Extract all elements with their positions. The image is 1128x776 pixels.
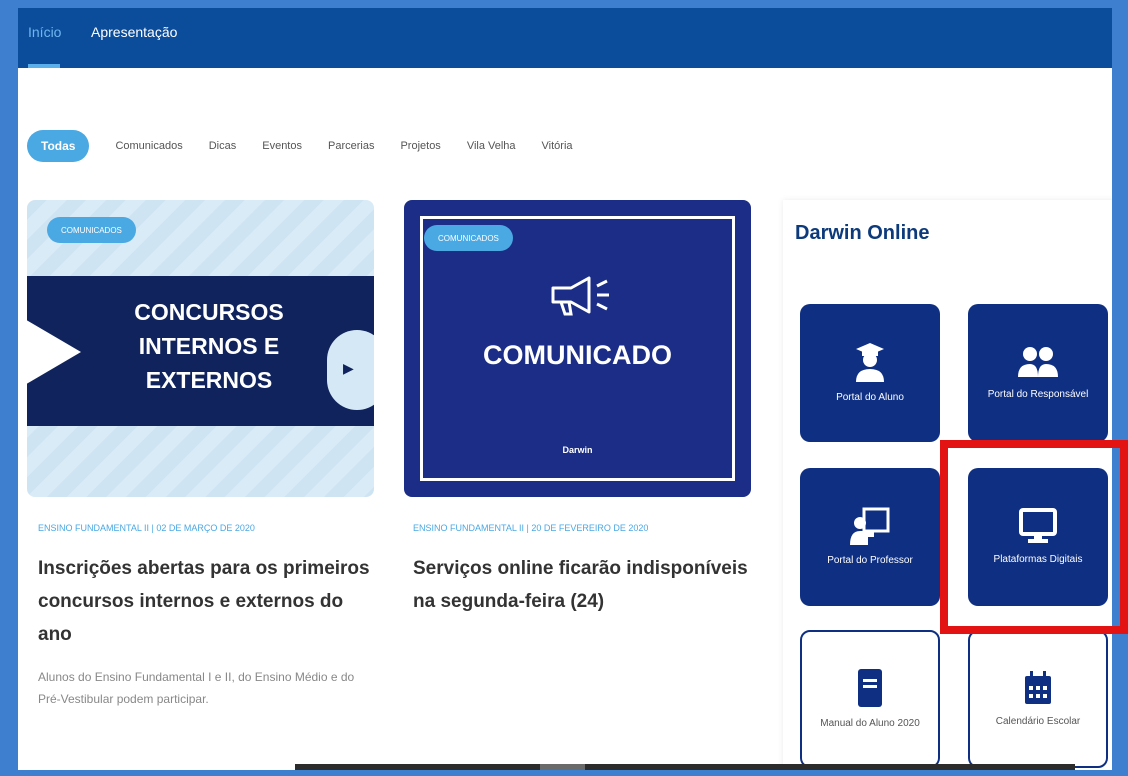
post-excerpt: Alunos do Ensino Fundamental I e II, do … — [38, 670, 355, 706]
post-image-comunicado[interactable]: COMUNICADOS COMUNICADO Darwin — [404, 200, 751, 497]
tile-label: Portal do Responsável — [987, 388, 1089, 400]
tile-portal-aluno[interactable]: Portal do Aluno — [800, 304, 940, 442]
tile-portal-professor[interactable]: Portal do Professor — [800, 468, 940, 606]
post-image-concursos[interactable]: CONCURSOS INTERNOS E EXTERNOS ▶ COMUNICA… — [27, 200, 374, 497]
graduate-icon — [856, 342, 884, 382]
filter-vitoria[interactable]: Vitória — [542, 140, 573, 152]
tile-label: Manual do Aluno 2020 — [820, 717, 920, 729]
nav-tab-apresentacao[interactable]: Apresentação — [91, 24, 177, 40]
image-headline: COMUNICADO — [483, 340, 672, 370]
post-title[interactable]: Inscrições abertas para os primeiros con… — [38, 552, 378, 651]
filter-dicas[interactable]: Dicas — [209, 140, 237, 152]
tile-label: Portal do Professor — [827, 554, 913, 566]
tile-calendario-escolar[interactable]: Calendário Escolar — [968, 630, 1108, 768]
image-headline: CONCURSOS INTERNOS E EXTERNOS — [134, 299, 284, 393]
top-navigation: Início Apresentação — [18, 8, 1112, 68]
tile-portal-responsavel[interactable]: Portal do Responsável — [968, 304, 1108, 442]
filter-vila-velha[interactable]: Vila Velha — [467, 140, 516, 152]
filter-todas[interactable]: Todas — [27, 130, 90, 162]
category-badge[interactable]: COMUNICADOS — [424, 225, 513, 251]
browser-viewport: Início Apresentação Todas Comunicados Di… — [18, 8, 1112, 770]
arrow-shape — [27, 318, 81, 386]
tile-label: Calendário Escolar — [995, 715, 1081, 727]
active-tab-indicator — [28, 64, 60, 68]
category-badge[interactable]: COMUNICADOS — [47, 217, 136, 243]
horizontal-scrollbar[interactable] — [295, 764, 1075, 770]
post-title[interactable]: Serviços online ficarão indisponíveis na… — [413, 552, 753, 618]
tile-manual-aluno[interactable]: Manual do Aluno 2020 — [800, 630, 940, 768]
scrollbar-thumb[interactable] — [540, 764, 585, 770]
book-icon — [858, 668, 882, 707]
highlight-box — [940, 440, 1128, 634]
darwin-logo: Darwin — [562, 445, 593, 455]
category-filters: Todas Comunicados Dicas Eventos Parceria… — [27, 130, 573, 162]
filter-projetos[interactable]: Projetos — [400, 140, 440, 152]
pointer-icon: ▶ — [343, 360, 354, 376]
post-meta: ENSINO FUNDAMENTAL II | 02 DE MARÇO DE 2… — [38, 523, 255, 533]
teacher-icon — [850, 507, 890, 545]
users-icon — [1018, 346, 1058, 377]
filter-eventos[interactable]: Eventos — [262, 140, 302, 152]
nav-tab-inicio[interactable]: Início — [28, 24, 61, 40]
calendar-icon — [1025, 670, 1051, 704]
tile-label: Portal do Aluno — [836, 391, 904, 403]
post-meta: ENSINO FUNDAMENTAL II | 20 DE FEVEREIRO … — [413, 523, 649, 533]
panel-title: Darwin Online — [795, 222, 930, 244]
filter-comunicados[interactable]: Comunicados — [115, 140, 182, 152]
filter-parcerias[interactable]: Parcerias — [328, 140, 374, 152]
megaphone-icon — [551, 276, 609, 316]
